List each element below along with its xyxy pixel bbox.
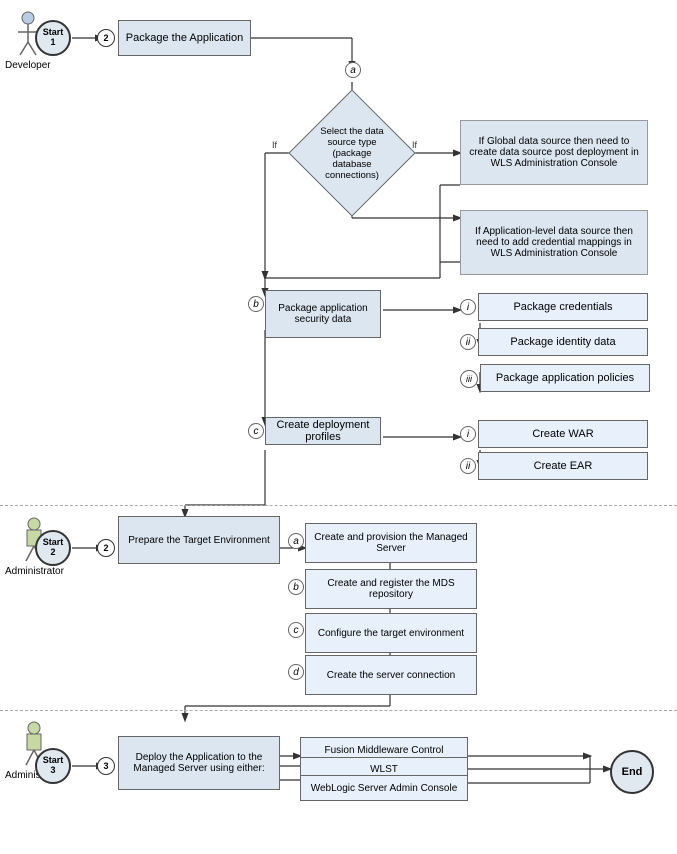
step-pkg-policies: Package application policies <box>480 364 650 392</box>
opt-fusion-label: Fusion Middleware Control <box>325 745 444 756</box>
start-1-circle: Start1 <box>35 20 71 56</box>
step-create-war: Create WAR <box>478 420 648 448</box>
badge-b2: b <box>288 579 304 595</box>
step-provision-server-label: Create and provision the Managed Server <box>306 532 476 554</box>
svg-text:If: If <box>272 140 278 150</box>
step-create-ear: Create EAR <box>478 452 648 480</box>
step-pkg-credentials-label: Package credentials <box>513 301 612 313</box>
badge-iii: iii <box>460 370 478 388</box>
start-3-circle: Start3 <box>35 748 71 784</box>
note-app-label: If Application-level data source then ne… <box>465 226 643 259</box>
start-1-label: Start1 <box>43 28 64 48</box>
opt-weblogic-label: WebLogic Server Admin Console <box>311 783 458 794</box>
end-circle: End <box>610 750 654 794</box>
actor-admin1-label: Administrator <box>5 566 64 577</box>
badge-a1-label: a <box>350 65 356 76</box>
step-pkg-identity-label: Package identity data <box>510 336 615 348</box>
step-deploy-profiles-label: Create deployment profiles <box>266 419 380 443</box>
start-3-label: Start3 <box>43 756 64 776</box>
badge-ii1: ii <box>460 334 476 350</box>
step1-box: Package the Application <box>118 20 251 56</box>
step-server-connection: Create the server connection <box>305 655 477 695</box>
step-create-ear-label: Create EAR <box>534 460 593 472</box>
step-create-war-label: Create WAR <box>532 428 593 440</box>
end-label: End <box>622 766 643 778</box>
badge-a2: a <box>288 533 304 549</box>
step-pkg-identity: Package identity data <box>478 328 648 356</box>
step-config-env-label: Configure the target environment <box>318 628 464 639</box>
start-2-label: Start2 <box>43 538 64 558</box>
step-prepare-env: Prepare the Target Environment <box>118 516 280 564</box>
step-pkg-credentials: Package credentials <box>478 293 648 321</box>
badge-c2: c <box>288 622 304 638</box>
badge-i2: i <box>460 426 476 442</box>
diamond-datasource: Select the data source type (package dat… <box>307 108 397 198</box>
step-deploy-profiles: Create deployment profiles <box>265 417 381 445</box>
step-provision-server: Create and provision the Managed Server <box>305 523 477 563</box>
badge-b: b <box>248 296 264 312</box>
badge-c: c <box>248 423 264 439</box>
step-server-connection-label: Create the server connection <box>327 670 455 681</box>
step-prepare-env-label: Prepare the Target Environment <box>128 535 270 546</box>
step2-num-badge: 2 <box>97 539 115 557</box>
step-mds-repo-label: Create and register the MDS repository <box>306 578 476 600</box>
step-deploy-app-label: Deploy the Application to the Managed Se… <box>119 752 279 774</box>
note-app-datasource: If Application-level data source then ne… <box>460 210 648 275</box>
step-pkg-security-label: Package application security data <box>266 303 380 325</box>
step-config-env: Configure the target environment <box>305 613 477 653</box>
step-mds-repo: Create and register the MDS repository <box>305 569 477 609</box>
badge-b-label: b <box>253 299 259 310</box>
step1-badge: 2 <box>97 29 115 47</box>
opt-wlst-label: WLST <box>370 764 398 775</box>
note-global-label: If Global data source then need to creat… <box>465 136 643 169</box>
opt-weblogic: WebLogic Server Admin Console <box>300 775 468 801</box>
badge-d2: d <box>288 664 304 680</box>
diamond-label: Select the data source type (package dat… <box>307 108 397 198</box>
start-2-circle: Start2 <box>35 530 71 566</box>
actor-developer-label: Developer <box>5 60 51 71</box>
badge-a1: a <box>345 62 361 78</box>
badge-ii2: ii <box>460 458 476 474</box>
step1-label: Package the Application <box>126 32 243 44</box>
svg-text:If: If <box>412 140 418 150</box>
step-pkg-security: Package application security data <box>265 290 381 338</box>
step-pkg-policies-label: Package application policies <box>496 372 634 384</box>
step-deploy-app: Deploy the Application to the Managed Se… <box>118 736 280 790</box>
note-global-datasource: If Global data source then need to creat… <box>460 120 648 185</box>
badge-i1: i <box>460 299 476 315</box>
step3-num-badge: 3 <box>97 757 115 775</box>
